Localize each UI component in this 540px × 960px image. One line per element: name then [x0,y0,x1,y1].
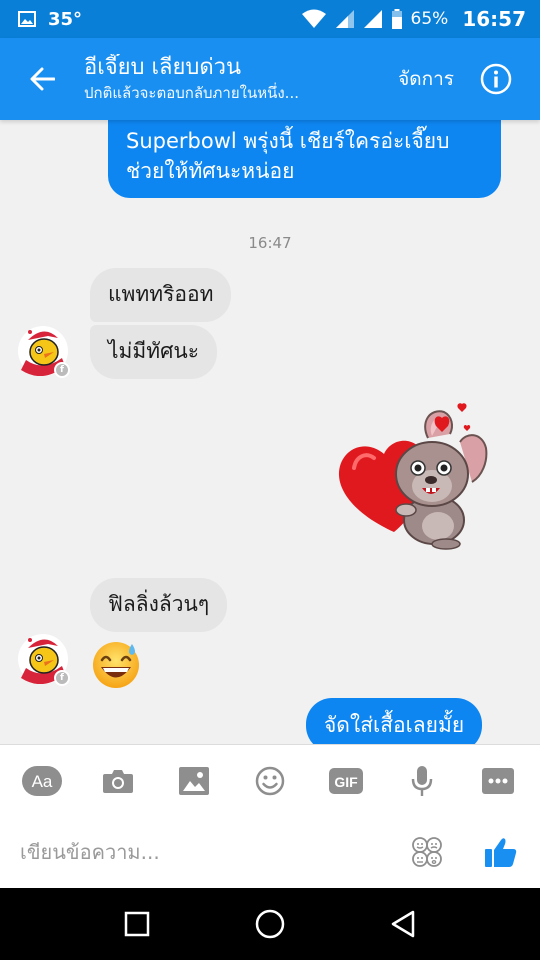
camera-icon [103,769,133,793]
outgoing-message[interactable]: Superbowl พรุ่งนี้ เชียร์ใครอ่ะเจี๊ยบ ช่… [108,120,501,198]
arrow-left-icon [30,67,55,91]
battery-icon [391,9,402,29]
svg-text:GIF: GIF [334,774,358,790]
more-button[interactable] [476,759,520,803]
message-list[interactable]: Superbowl พรุ่งนี้ เชียร์ใครอ่ะเจี๊ยบ ช่… [0,120,540,744]
contact-avatar[interactable]: f [18,634,70,686]
message-input[interactable] [0,822,402,882]
message-timestamp: 16:47 [248,234,292,252]
image-icon [179,766,209,795]
home-button[interactable] [240,894,300,954]
signal-icon-2 [363,10,382,28]
clock: 16:57 [462,7,526,31]
incoming-message[interactable]: ไม่มีทัศนะ [90,325,218,379]
triangle-back-icon [392,910,415,938]
info-icon [480,63,512,95]
facebook-badge-icon: f [54,362,70,378]
gallery-notification-icon [18,11,36,27]
grinning-sweat-emoji-icon [93,642,139,688]
message-text-line: Superbowl พรุ่งนี้ เชียร์ใครอ่ะเจี๊ยบ [126,129,450,153]
system-navigation-bar [0,888,540,960]
gallery-button[interactable] [172,759,216,803]
microphone-icon [411,765,433,796]
heart-mouse-sticker [338,403,488,550]
manage-button[interactable]: จัดการ [388,64,480,94]
svg-text:Aa: Aa [32,772,53,791]
gif-icon: GIF [329,767,363,794]
contact-avatar[interactable]: f [18,326,70,378]
conversation-title-block[interactable]: อีเจี๊ยบ เลียบด่วน ปกติแล้วจะตอบกลับภายใ… [84,54,388,104]
message-text-line: ช่วยให้ทัศนะหน่อย [126,159,295,183]
back-nav-button[interactable] [373,894,433,954]
incoming-message[interactable]: ฟิลลิ่งล้วนๆ [90,578,228,632]
voice-button[interactable] [400,759,444,803]
square-recents-icon [124,911,149,937]
status-bar: 35° 65% 16:57 [0,0,540,38]
conversation-subtitle: ปกติแล้วจะตอบกลับภายในหนึ่ง... [84,84,299,102]
emoji-button[interactable] [248,759,292,803]
conversation-header: อีเจี๊ยบ เลียบด่วน ปกติแล้วจะตอบกลับภายใ… [0,38,540,120]
aa-icon: Aa [22,765,62,796]
more-icon [482,767,514,794]
like-button[interactable] [476,827,526,877]
battery-percent: 65% [410,9,449,29]
message-composer [0,816,540,888]
wifi-icon [301,9,326,28]
circle-home-icon [255,909,285,939]
camera-button[interactable] [96,759,140,803]
sticker-faces-icon [412,837,442,867]
incoming-message[interactable]: แพททริออท [90,268,232,322]
recents-button[interactable] [107,894,167,954]
emoji-message[interactable] [90,638,142,690]
temperature-label: 35° [48,8,83,30]
gif-button[interactable]: GIF [324,759,368,803]
outgoing-message[interactable]: จัดใส่เสื้อเลยมั้ย [306,698,483,744]
conversation-title: อีเจี๊ยบ เลียบด่วน [84,55,242,80]
facebook-badge-icon: f [54,670,70,686]
text-style-button[interactable]: Aa [20,759,64,803]
smiley-icon [255,766,285,795]
signal-icon [335,10,354,28]
composer-toolbar: Aa GIF [0,744,540,816]
thumbs-up-icon [485,838,517,867]
info-button[interactable] [480,38,540,120]
back-button[interactable] [0,38,84,120]
sticker-button[interactable] [402,827,452,877]
sticker-message[interactable] [334,402,488,554]
